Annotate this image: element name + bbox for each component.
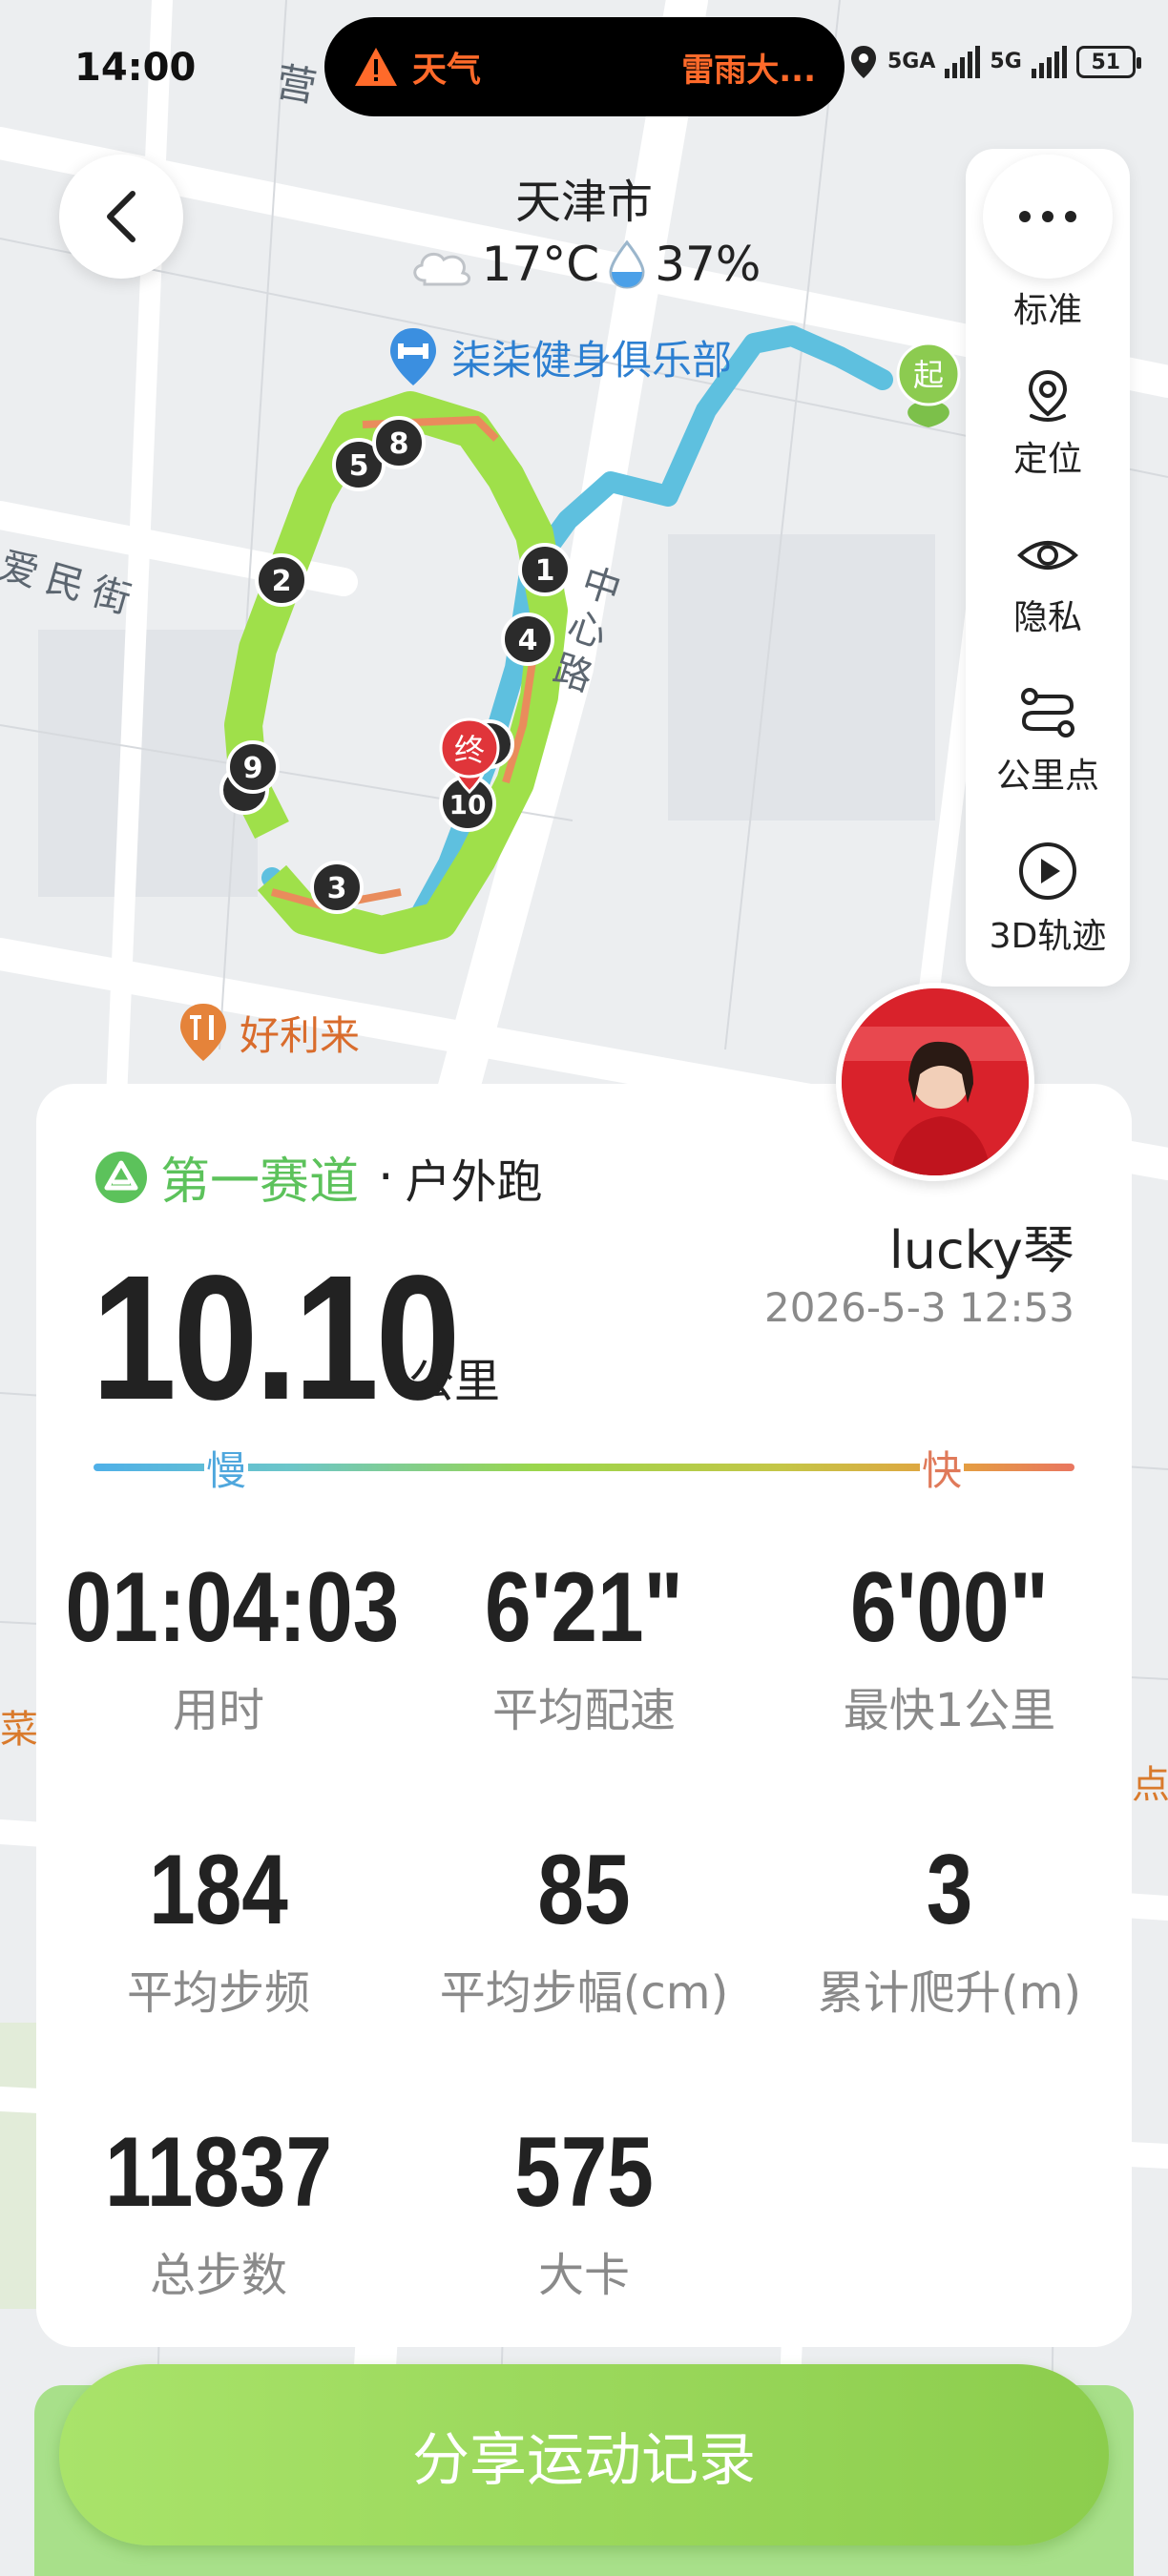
poi-haolilai[interactable]: 好利来 (177, 1002, 360, 1063)
humidity-drop-icon (609, 239, 645, 289)
stat-value: 6'00" (850, 1552, 1049, 1663)
fitness-pin-icon (390, 328, 436, 385)
stat-label: 累计爬升(m) (817, 1966, 1082, 2020)
brand-row: 第一赛道 · 户外跑 (94, 1141, 543, 1213)
svg-text:起: 起 (913, 357, 944, 393)
more-dot-icon (1065, 211, 1076, 222)
tool-locate-label: 定位 (1012, 440, 1082, 479)
warning-icon (355, 48, 397, 86)
svg-text:4: 4 (518, 624, 538, 657)
stat-calories: 575 大卡 (402, 2116, 766, 2304)
poi-haolilai-name: 好利来 (240, 1011, 361, 1059)
map-edge-label-right: 点 (1132, 1763, 1168, 1807)
distance-unit: 公里 (408, 1355, 501, 1408)
signal-bars-2-icon (1031, 46, 1067, 78)
stat-stride: 85 平均步幅(cm) (402, 1834, 766, 2022)
weather-alert-island[interactable]: 天气 雷雨大... (324, 17, 845, 116)
tool-3d-track-label: 3D轨迹 (989, 917, 1107, 956)
stat-label: 大卡 (537, 2249, 630, 2302)
svg-text:5: 5 (349, 449, 369, 483)
pace-fast-label: 快 (920, 1439, 965, 1497)
brand-name: 第一赛道 (160, 1153, 360, 1211)
svg-text:10: 10 (449, 789, 487, 821)
battery-indicator: 51 (1075, 46, 1141, 78)
svg-text:终: 终 (454, 732, 485, 768)
location-icon (851, 46, 876, 78)
activity-date: 2026-5-3 12:53 (763, 1284, 1074, 1331)
map-edge-label-left: 菜 (0, 1708, 38, 1752)
share-record-button[interactable]: 分享运动记录 (59, 2364, 1109, 2545)
signal-label-2: 5G (990, 50, 1022, 73)
km-marker-3: 3 (310, 861, 364, 914)
signal-bars-1-icon (945, 46, 981, 78)
svg-text:9: 9 (243, 752, 263, 785)
svg-text:3: 3 (327, 872, 347, 905)
humidity: 37% (655, 237, 761, 292)
restaurant-pin-icon (180, 1004, 226, 1061)
stat-value: 575 (514, 2117, 654, 2228)
stat-label: 平均配速 (491, 1684, 676, 1737)
alert-text: 雷雨大... (681, 51, 816, 90)
more-button[interactable] (983, 155, 1113, 279)
cloud-icon (413, 252, 470, 286)
stat-avg-pace: 6'21" 平均配速 (402, 1551, 766, 1739)
user-name: lucky琴 (888, 1220, 1074, 1280)
avatar[interactable] (836, 983, 1034, 1181)
run-summary-card: 第一赛道 · 户外跑 10.10 公里 lucky琴 2026-5-3 12:5… (36, 1084, 1132, 2347)
stat-value: 85 (537, 1835, 631, 1945)
alert-label: 天气 (412, 51, 482, 90)
poi-fitness-club-name: 柒柒健身俱乐部 (451, 336, 733, 384)
stat-elevation: 3 累计爬升(m) (767, 1834, 1132, 2022)
status-indicators: 5GA 5G 51 (849, 44, 1141, 80)
stat-label: 用时 (172, 1684, 264, 1737)
stat-value: 11837 (104, 2117, 333, 2228)
km-marker-4: 4 (501, 613, 554, 666)
more-dot-icon (1042, 211, 1053, 222)
stat-total-steps: 11837 总步数 (36, 2116, 401, 2304)
tool-locate[interactable]: 定位 (966, 366, 1130, 481)
svg-text:2: 2 (272, 565, 292, 598)
stat-duration: 01:04:03 用时 (36, 1551, 401, 1739)
tool-km-points-label: 公里点 (995, 757, 1099, 796)
svg-text:1: 1 (535, 554, 555, 588)
brand-separator: · (378, 1148, 394, 1206)
km-marker-8: 8 (372, 416, 426, 469)
temperature: 17°C (481, 237, 600, 292)
brand-logo-icon (95, 1151, 147, 1203)
stat-label: 总步数 (149, 2249, 287, 2302)
tool-standard-label: 标准 (1012, 291, 1082, 330)
eye-icon (1017, 541, 1078, 570)
stat-value: 01:04:03 (65, 1552, 400, 1663)
signal-label-1: 5GA (887, 50, 936, 73)
pace-slow-label: 慢 (204, 1439, 249, 1497)
tool-privacy[interactable]: 隐私 (966, 527, 1130, 639)
tool-km-points[interactable]: 公里点 (966, 683, 1130, 798)
tool-standard[interactable]: 标准 (966, 277, 1130, 332)
route-points-icon (1021, 688, 1074, 737)
km-marker-1: 1 (518, 543, 572, 596)
stat-label: 平均步频 (126, 1966, 310, 2020)
stat-label: 最快1公里 (843, 1684, 1056, 1737)
more-dot-icon (1019, 211, 1031, 222)
status-time: 14:00 (74, 46, 197, 90)
play-icon (1019, 842, 1076, 900)
location-pin-icon (1028, 369, 1068, 422)
stat-cadence: 184 平均步频 (36, 1834, 401, 2022)
svg-text:8: 8 (389, 427, 409, 461)
distance-value: 10.10 (92, 1239, 461, 1437)
share-record-label: 分享运动记录 (412, 2426, 756, 2494)
km-marker-2: 2 (255, 553, 308, 607)
tool-3d-track[interactable]: 3D轨迹 (966, 840, 1130, 958)
poi-fitness-club[interactable]: 柒柒健身俱乐部 (386, 326, 732, 387)
activity-type: 户外跑 (405, 1154, 543, 1209)
stat-fastest-km: 6'00" 最快1公里 (767, 1551, 1132, 1739)
stat-value: 3 (926, 1835, 973, 1945)
stat-value: 184 (149, 1835, 288, 1945)
tool-privacy-label: 隐私 (1012, 598, 1082, 637)
stat-label: 平均步幅(cm) (439, 1966, 729, 2020)
stat-value: 6'21" (485, 1552, 683, 1663)
